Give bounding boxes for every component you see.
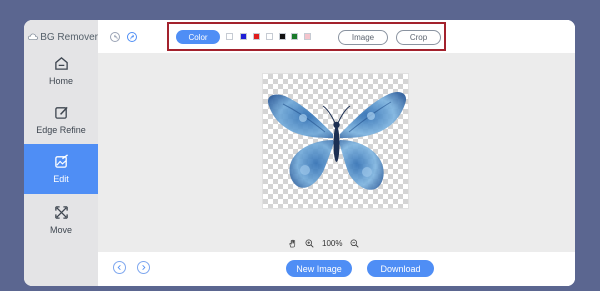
redo-button[interactable]: [127, 32, 137, 42]
previous-button[interactable]: [113, 261, 126, 274]
new-image-button[interactable]: New Image: [286, 260, 352, 277]
next-button[interactable]: [137, 261, 150, 274]
edit-icon: [54, 106, 68, 119]
undo-icon: [113, 34, 118, 39]
image-edit-icon: [54, 154, 68, 168]
color-swatch-blue[interactable]: [240, 33, 247, 40]
move-icon: [54, 206, 68, 219]
sidebar-item-label: Home: [48, 76, 73, 86]
zoom-out-icon[interactable]: [350, 239, 360, 248]
color-swatch-pink[interactable]: [304, 33, 311, 40]
color-swatch-black[interactable]: [279, 33, 286, 40]
sidebar-item-label: Edit: [53, 174, 69, 184]
toolbar: Color Image Crop: [98, 20, 575, 53]
main-panel: Color Image Crop 100% New Image Download: [98, 20, 575, 286]
hand-pan-icon[interactable]: [288, 239, 297, 248]
zoom-level: 100%: [322, 238, 343, 248]
redo-icon: [129, 34, 134, 39]
chevron-right-icon: [142, 265, 146, 270]
zoom-in-icon[interactable]: [305, 239, 314, 248]
home-icon: [54, 57, 68, 70]
sidebar-item-label: Move: [49, 225, 72, 235]
color-swatch-green[interactable]: [291, 33, 298, 40]
sidebar-item-label: Edge Refine: [36, 125, 86, 135]
app-title: BG Remover: [40, 31, 98, 43]
image-tab-button[interactable]: Image: [338, 30, 388, 45]
sidebar: BG Remover Home Edge Refine Edit Move: [24, 20, 98, 286]
color-swatch-white[interactable]: [226, 33, 233, 40]
brand: BG Remover: [28, 30, 98, 44]
color-swatch-red[interactable]: [253, 33, 260, 40]
image-canvas-area: [98, 53, 575, 236]
sidebar-item-edit[interactable]: Edit: [24, 144, 98, 194]
color-swatch-white-2[interactable]: [266, 33, 273, 40]
download-button[interactable]: Download: [367, 260, 434, 277]
image-preview[interactable]: [262, 73, 409, 209]
sidebar-item-home[interactable]: Home: [24, 46, 98, 96]
butterfly-image: [267, 92, 407, 190]
cloud-logo-icon: [28, 33, 39, 40]
chevron-left-icon: [117, 265, 121, 270]
undo-button[interactable]: [110, 32, 120, 42]
color-tab-button[interactable]: Color: [176, 30, 220, 44]
crop-tab-button[interactable]: Crop: [396, 30, 441, 45]
sidebar-item-move[interactable]: Move: [24, 195, 98, 245]
bottom-bar: New Image Download: [98, 252, 575, 286]
zoom-controls: 100%: [288, 236, 398, 250]
sidebar-item-edge-refine[interactable]: Edge Refine: [24, 95, 98, 145]
app-window: BG Remover Home Edge Refine Edit Move Co…: [24, 20, 575, 286]
